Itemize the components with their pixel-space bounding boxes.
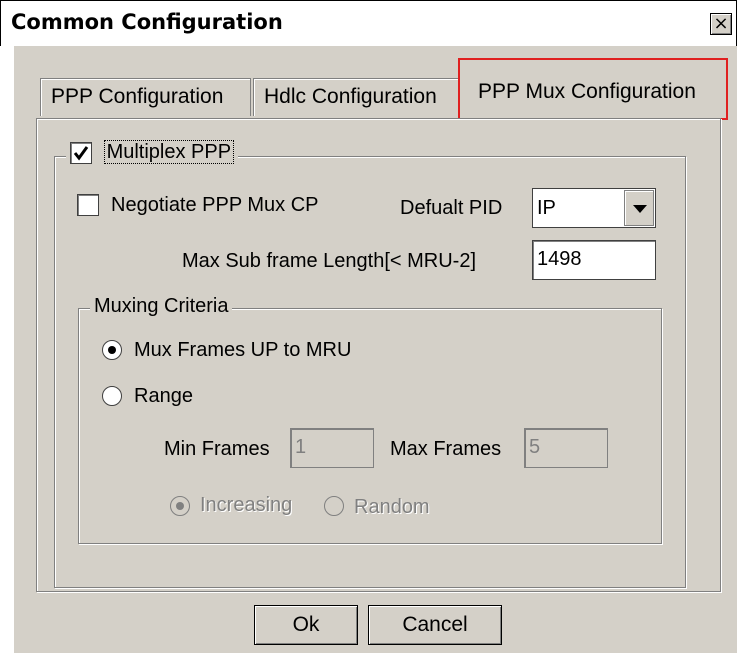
default-pid-select[interactable]: IP [532, 188, 656, 228]
max-sub-frame-length-input[interactable]: 1498 [532, 240, 656, 280]
increasing-radio[interactable] [170, 496, 190, 516]
close-icon: × [713, 13, 729, 34]
negotiate-ppp-mux-cp-label[interactable]: Negotiate PPP Mux CP [111, 194, 319, 217]
mux-frames-up-to-mru-radio[interactable] [102, 340, 122, 360]
title-bar[interactable]: Common Configuration × [1, 1, 736, 47]
radio-selected-dot [108, 346, 116, 354]
range-label[interactable]: Range [134, 385, 193, 408]
max-sub-frame-length-label: Max Sub frame Length[< MRU-2] [182, 250, 477, 272]
tab-label: Hdlc Configuration [264, 85, 437, 108]
increasing-label[interactable]: Increasing [200, 494, 292, 517]
window-title: Common Configuration [11, 10, 283, 34]
checkmark-icon [73, 145, 89, 161]
range-radio[interactable] [102, 386, 122, 406]
min-frames-value: 1 [295, 436, 307, 458]
tab-label: PPP Mux Configuration [478, 80, 696, 103]
tab-hdlc-configuration[interactable]: Hdlc Configuration [253, 78, 459, 116]
mux-frames-up-to-mru-label[interactable]: Mux Frames UP to MRU [134, 339, 351, 362]
ok-button[interactable]: Ok [254, 605, 358, 645]
multiplex-ppp-label[interactable]: Multiplex PPP [103, 140, 235, 165]
chevron-down-icon [633, 205, 647, 213]
cancel-button[interactable]: Cancel [368, 605, 502, 645]
default-pid-label: Defualt PID [400, 197, 503, 219]
dropdown-button[interactable] [624, 190, 654, 226]
max-frames-label: Max Frames [390, 438, 502, 460]
cancel-button-label: Cancel [402, 613, 468, 636]
tab-ppp-configuration[interactable]: PPP Configuration [40, 78, 251, 116]
max-frames-value: 5 [529, 436, 541, 458]
max-sub-frame-length-value: 1498 [537, 248, 582, 270]
default-pid-value: IP [537, 197, 556, 219]
tab-label: PPP Configuration [51, 85, 224, 108]
ok-button-label: Ok [292, 613, 320, 636]
random-label[interactable]: Random [354, 496, 430, 519]
radio-selected-dot [176, 502, 184, 510]
multiplex-ppp-legend: Multiplex PPP [66, 140, 239, 171]
max-frames-input[interactable]: 5 [524, 428, 608, 468]
min-frames-input[interactable]: 1 [290, 428, 374, 468]
muxing-criteria-legend: Muxing Criteria [90, 295, 233, 318]
random-radio[interactable] [324, 496, 344, 516]
negotiate-ppp-mux-cp-checkbox[interactable] [77, 194, 99, 216]
tab-ppp-mux-configuration[interactable]: PPP Mux Configuration [458, 58, 728, 120]
close-button[interactable]: × [710, 13, 732, 35]
multiplex-ppp-checkbox[interactable] [70, 141, 92, 164]
left-edge [0, 46, 14, 653]
min-frames-label: Min Frames [164, 438, 270, 460]
